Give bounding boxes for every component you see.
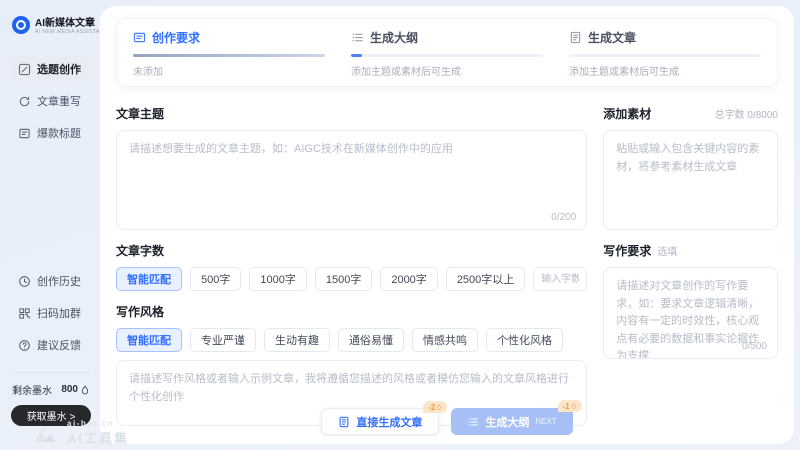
sidebar-item-label: 爆款标题 — [37, 125, 81, 141]
left-column: 文章主题 0/200 文章字数 智能匹配 500字 1000字 1500字 20… — [116, 97, 587, 426]
requirements-optional-tag: 选填 — [657, 243, 677, 258]
material-section-title: 添加素材 总字数 0/8000 — [603, 105, 778, 122]
step-generate-article[interactable]: 生成文章 添加主题或素材后可生成 — [569, 29, 761, 78]
word-count-chip-1500[interactable]: 1500字 — [315, 267, 372, 291]
word-count-chip-500[interactable]: 500字 — [190, 267, 241, 291]
sidebar-item-label: 扫码加群 — [37, 305, 81, 321]
material-input-box — [603, 130, 778, 230]
sidebar-nav: 选题创作 文章重写 爆款标题 — [10, 55, 92, 151]
sidebar-item-article-rewrite[interactable]: 文章重写 — [10, 87, 92, 115]
app-logo-icon — [12, 16, 30, 34]
generate-outline-label: 生成大纲 — [485, 414, 529, 430]
style-section-title: 写作风格 — [116, 303, 587, 320]
ink-drop-icon — [436, 403, 442, 411]
requirements-input-box: 0/500 — [603, 267, 778, 359]
sidebar-item-label: 建议反馈 — [37, 337, 81, 353]
material-title-text: 添加素材 — [603, 105, 651, 122]
material-total-count: 总字数 0/8000 — [715, 106, 778, 121]
list-icon — [467, 416, 479, 428]
sidebar: AI新媒体文章 AI NEW MEDIA ASSISTANT 选题创作 文章重写… — [0, 0, 100, 450]
step-status: 添加主题或素材后可生成 — [569, 63, 761, 78]
word-count-input[interactable] — [533, 267, 587, 291]
compose-icon — [18, 63, 31, 76]
app-name: AI新媒体文章 — [35, 14, 107, 29]
step-label: 生成文章 — [588, 29, 636, 46]
word-count-chip-2000[interactable]: 2000字 — [380, 267, 437, 291]
sidebar-item-topic-creation[interactable]: 选题创作 — [10, 55, 92, 83]
topic-counter: 0/200 — [551, 212, 576, 223]
requirements-title-text: 写作要求 — [603, 242, 651, 259]
ink-balance-value: 800 — [61, 384, 78, 395]
sidebar-divider — [12, 372, 90, 373]
history-icon — [18, 275, 31, 288]
sidebar-item-history[interactable]: 创作历史 — [10, 267, 92, 295]
ink-balance-label: 剩余墨水 — [12, 382, 52, 397]
step-label: 生成大纲 — [370, 29, 418, 46]
steps-bar: 创作要求 未添加 生成大纲 添加主题或素材后可生成 生成文章 添加主题或素材后可… — [116, 18, 778, 87]
sidebar-item-feedback[interactable]: 建议反馈 — [10, 331, 92, 359]
step-progress — [351, 54, 543, 57]
word-count-chip-2500plus[interactable]: 2500字以上 — [446, 267, 525, 291]
style-options: 智能匹配 专业严谨 生动有趣 通俗易懂 情感共鸣 个性化风格 — [116, 328, 587, 352]
step-progress — [133, 54, 325, 57]
word-count-chip-1000[interactable]: 1000字 — [249, 267, 306, 291]
ink-drop-icon — [571, 402, 577, 410]
style-title-text: 写作风格 — [116, 303, 164, 320]
sidebar-item-qr-group[interactable]: 扫码加群 — [10, 299, 92, 327]
main-panel: 创作要求 未添加 生成大纲 添加主题或素材后可生成 生成文章 添加主题或素材后可… — [100, 6, 794, 444]
style-chip-accessible[interactable]: 通俗易懂 — [338, 328, 404, 352]
feedback-icon — [18, 339, 31, 352]
topic-section-title: 文章主题 — [116, 105, 587, 122]
ink-drop-icon — [80, 384, 90, 396]
get-ink-button[interactable]: 获取墨水 > — [11, 405, 91, 426]
qr-code-icon — [18, 307, 31, 320]
title-icon — [18, 127, 31, 140]
sidebar-item-label: 文章重写 — [37, 93, 81, 109]
generate-article-label: 直接生成文章 — [356, 414, 422, 430]
ink-balance: 剩余墨水 800 — [10, 382, 92, 397]
topic-title-text: 文章主题 — [116, 105, 164, 122]
generate-article-cost-badge: -2 — [423, 401, 447, 413]
app-logo: AI新媒体文章 AI NEW MEDIA ASSISTANT — [10, 14, 92, 35]
style-chip-smart[interactable]: 智能匹配 — [116, 328, 182, 352]
style-chip-professional[interactable]: 专业严谨 — [190, 328, 256, 352]
requirements-counter: 0/500 — [742, 341, 767, 352]
step-progress — [569, 54, 761, 57]
sidebar-footer-nav: 创作历史 扫码加群 建议反馈 — [10, 267, 92, 363]
rewrite-icon — [18, 95, 31, 108]
step-status: 未添加 — [133, 63, 325, 78]
step-label: 创作要求 — [152, 29, 200, 46]
next-label: NEXT — [535, 417, 556, 426]
word-count-title-text: 文章字数 — [116, 242, 164, 259]
topic-input-box: 0/200 — [116, 130, 587, 230]
step-generate-outline[interactable]: 生成大纲 添加主题或素材后可生成 — [351, 29, 543, 78]
step-status: 添加主题或素材后可生成 — [351, 63, 543, 78]
action-bar: 直接生成文章 -2 生成大纲 NEXT -1 — [100, 408, 794, 435]
word-count-section-title: 文章字数 — [116, 242, 587, 259]
right-column: 添加素材 总字数 0/8000 写作要求 选填 0/500 — [603, 97, 778, 426]
generate-outline-button[interactable]: 生成大纲 NEXT -1 — [451, 408, 572, 435]
style-chip-vivid[interactable]: 生动有趣 — [264, 328, 330, 352]
step-creation-requirements[interactable]: 创作要求 未添加 — [133, 29, 325, 78]
style-chip-personalized[interactable]: 个性化风格 — [486, 328, 563, 352]
sidebar-item-label: 选题创作 — [37, 61, 81, 77]
document-icon — [569, 31, 582, 44]
app-tagline: AI NEW MEDIA ASSISTANT — [35, 29, 107, 35]
document-icon — [338, 416, 350, 428]
word-count-chip-smart[interactable]: 智能匹配 — [116, 267, 182, 291]
form-icon — [133, 31, 146, 44]
topic-textarea[interactable] — [117, 131, 586, 229]
sidebar-item-label: 创作历史 — [37, 273, 81, 289]
generate-outline-cost-badge: -1 — [558, 400, 582, 412]
sidebar-item-hot-title[interactable]: 爆款标题 — [10, 119, 92, 147]
requirements-section-title: 写作要求 选填 — [603, 242, 778, 259]
generate-article-button[interactable]: 直接生成文章 -2 — [321, 408, 439, 435]
word-count-options: 智能匹配 500字 1000字 1500字 2000字 2500字以上 — [116, 267, 587, 291]
material-textarea[interactable] — [604, 131, 777, 229]
style-chip-emotional[interactable]: 情感共鸣 — [412, 328, 478, 352]
outline-icon — [351, 31, 364, 44]
